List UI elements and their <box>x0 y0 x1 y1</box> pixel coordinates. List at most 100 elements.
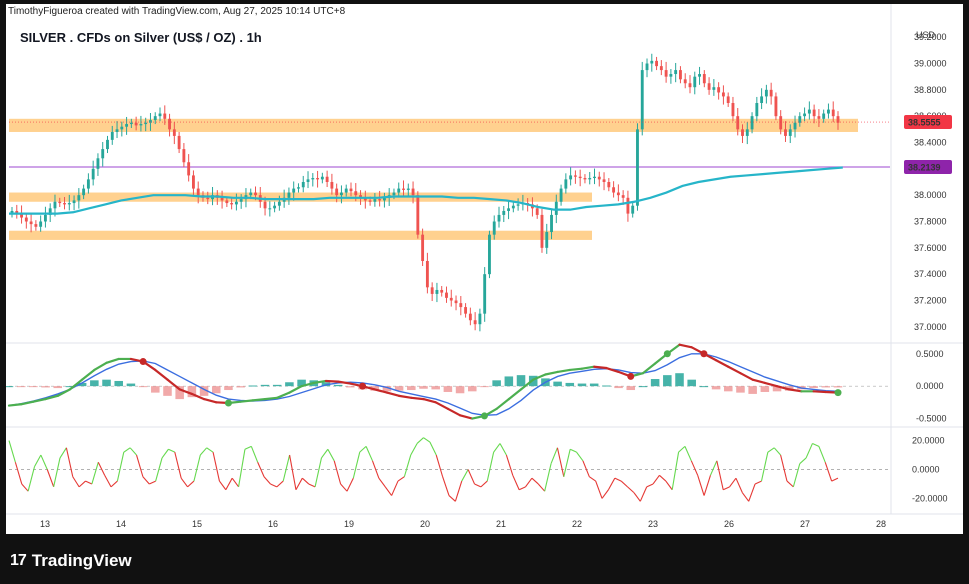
macd-line-segment <box>727 365 742 375</box>
candle-body <box>492 221 496 235</box>
candle-body <box>440 289 444 293</box>
candle-body <box>640 70 644 130</box>
oscillator-line-segment <box>722 486 730 491</box>
macd-histogram-bar <box>699 386 709 388</box>
candle-body <box>664 70 668 77</box>
oscillator-line-segment <box>244 445 252 450</box>
macd-line-segment <box>556 368 571 374</box>
macd-cross-down-dot <box>139 358 147 366</box>
tradingview-brand[interactable]: 17 TradingView <box>10 551 132 571</box>
candle-body <box>378 199 382 201</box>
macd-histogram-bar <box>821 386 831 388</box>
oscillator-line-segment <box>697 475 705 496</box>
macd-line-segment <box>20 400 35 406</box>
oscillator-line-segment <box>78 480 86 488</box>
oscillator-line-segment <box>627 486 635 494</box>
candle-body <box>435 289 439 294</box>
oscillator-line-segment <box>703 475 711 496</box>
candle-body <box>698 74 701 77</box>
candle-body <box>449 297 453 301</box>
candle-body <box>812 109 816 117</box>
macd-histogram-bar <box>333 384 343 387</box>
chart-title: SILVER . CFDs on Silver (US$ / OZ) . 1h <box>20 30 262 45</box>
candle-body <box>736 116 740 130</box>
macd-histogram-bar <box>675 373 684 387</box>
candle-body <box>430 287 434 294</box>
candle-body <box>234 201 238 205</box>
oscillator-line-segment <box>474 483 482 488</box>
candle-body <box>468 313 472 321</box>
oscillator-line-segment <box>346 477 354 492</box>
current-price-value: 38.5555 <box>908 118 941 128</box>
candle-body <box>559 188 563 202</box>
candle-body <box>545 232 549 248</box>
candle-body <box>325 176 329 182</box>
oscillator-line-segment <box>59 447 67 459</box>
macd-cross-up-dot <box>224 399 232 407</box>
macd-line-segment <box>81 368 96 381</box>
oscillator-line-segment <box>14 462 23 485</box>
time-tick-label: 19 <box>344 519 354 529</box>
time-tick-label: 27 <box>800 519 810 529</box>
macd-histogram-bar <box>407 386 416 391</box>
candle-body <box>43 214 47 222</box>
oscillator-line-segment <box>142 476 150 485</box>
macd-tick-label: 0.5000 <box>916 349 944 359</box>
candle-body <box>373 199 377 202</box>
macd-line-segment <box>251 397 267 402</box>
macd-histogram-bar <box>614 386 623 389</box>
time-tick-label: 14 <box>116 519 126 529</box>
oscillator-line-segment <box>218 480 227 491</box>
candle-body <box>106 139 109 150</box>
macd-line-segment <box>398 394 413 399</box>
candle-body <box>755 103 759 117</box>
macd-histogram-bar <box>480 386 489 388</box>
candle-body <box>239 199 243 202</box>
candle-body <box>273 205 277 209</box>
candle-body <box>421 234 425 261</box>
chart-svg[interactable]: USD39.200039.000038.800038.600038.400038… <box>6 4 963 534</box>
oscillator-line-segment <box>429 441 437 456</box>
candle-body <box>597 176 601 180</box>
oscillator-line-segment <box>780 454 788 482</box>
oscillator-tick-label: 0.0000 <box>912 465 940 475</box>
macd-histogram-bar <box>285 382 294 387</box>
time-tick-label: 28 <box>876 519 886 529</box>
macd-tick-label: -0.5000 <box>916 414 947 424</box>
oscillator-line-segment <box>614 477 622 482</box>
oscillator-line-segment <box>435 454 444 477</box>
oscillator-line-segment <box>104 475 112 488</box>
oscillator-line-segment <box>760 452 769 482</box>
candle-body <box>550 214 553 233</box>
oscillator-line-segment <box>588 476 596 482</box>
time-tick-label: 22 <box>572 519 582 529</box>
macd-line-segment <box>422 397 437 404</box>
oscillator-line-segment <box>448 495 456 502</box>
oscillator-line-segment <box>116 452 125 482</box>
time-tick-label: 15 <box>192 519 202 529</box>
candle-body <box>77 195 81 201</box>
oscillator-line-segment <box>646 483 654 488</box>
candle-body <box>779 116 783 130</box>
ema-line <box>9 166 843 215</box>
price-tick-label: 38.8000 <box>914 85 947 95</box>
oscillator-line-segment <box>767 447 775 453</box>
candle-body <box>330 182 334 189</box>
price-tick-label: 38.4000 <box>914 138 947 148</box>
candle-body <box>803 113 807 117</box>
macd-line-segment <box>495 397 510 410</box>
candle-body <box>674 70 678 75</box>
candle-body <box>607 182 611 188</box>
candle-body <box>454 300 458 304</box>
candle-body <box>196 188 200 196</box>
oscillator-line-segment <box>812 442 820 447</box>
chart-area[interactable]: USD39.200039.000038.800038.600038.400038… <box>6 4 963 534</box>
candle-body <box>297 187 300 189</box>
candle-body <box>172 129 176 136</box>
oscillator-line-segment <box>206 447 214 453</box>
macd-line-segment <box>239 399 254 403</box>
price-tick-label: 37.6000 <box>914 243 947 253</box>
candle-body <box>459 303 463 308</box>
macd-histogram-bar <box>224 386 233 391</box>
macd-line-segment <box>154 368 169 381</box>
